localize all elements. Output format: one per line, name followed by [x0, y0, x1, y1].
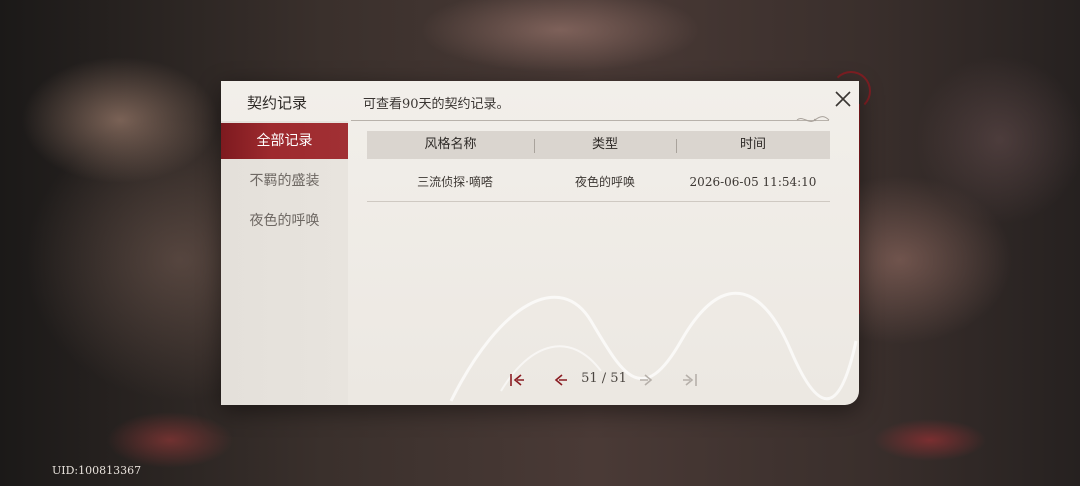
title-divider: [351, 120, 829, 121]
sidebar-item-label: 夜色的呼唤: [249, 213, 320, 229]
prev-page-button[interactable]: [550, 369, 572, 391]
prev-page-icon: [554, 374, 567, 386]
contract-record-dialog: 契约记录 可查看90天的契约记录。 全部记录 不羁的盛装 夜色的呼唤 风格名称 …: [221, 81, 859, 405]
divider-flourish: [796, 116, 830, 122]
category-sidebar: 全部记录 不羁的盛装 夜色的呼唤: [221, 121, 348, 405]
next-page-button[interactable]: [635, 369, 657, 391]
next-page-icon: [640, 374, 653, 386]
sidebar-item-label: 全部记录: [256, 133, 313, 149]
column-header-time: 时间: [739, 137, 766, 152]
page-indicator: 51 / 51: [581, 371, 627, 386]
cell-type: 夜色的呼唤: [574, 175, 635, 189]
table-header: 风格名称 类型 时间: [367, 131, 830, 159]
first-page-button[interactable]: [506, 369, 528, 391]
table-row: 三流侦探·嘀嗒 夜色的呼唤 2026-06-05 11:54:10: [367, 163, 830, 201]
last-page-icon: [683, 374, 697, 386]
last-page-button[interactable]: [679, 369, 701, 391]
close-button[interactable]: [831, 87, 855, 111]
cell-style-name: 三流侦探·嘀嗒: [417, 175, 493, 189]
dialog-title: 契约记录: [247, 94, 308, 112]
sidebar-item-unruly-attire[interactable]: 不羁的盛装: [221, 163, 348, 199]
column-header-style-name: 风格名称: [424, 137, 477, 152]
close-icon: [835, 91, 851, 107]
sidebar-item-night-call[interactable]: 夜色的呼唤: [221, 203, 348, 239]
dialog-subtitle: 可查看90天的契约记录。: [363, 97, 510, 112]
column-header-type: 类型: [591, 137, 618, 152]
cell-time: 2026-06-05 11:54:10: [689, 175, 817, 189]
user-id-label: UID:100813367: [52, 464, 142, 477]
row-divider: [367, 201, 830, 202]
first-page-icon: [510, 374, 524, 386]
sidebar-item-label: 不羁的盛装: [249, 173, 320, 189]
sidebar-item-all-records[interactable]: 全部记录: [221, 123, 348, 159]
